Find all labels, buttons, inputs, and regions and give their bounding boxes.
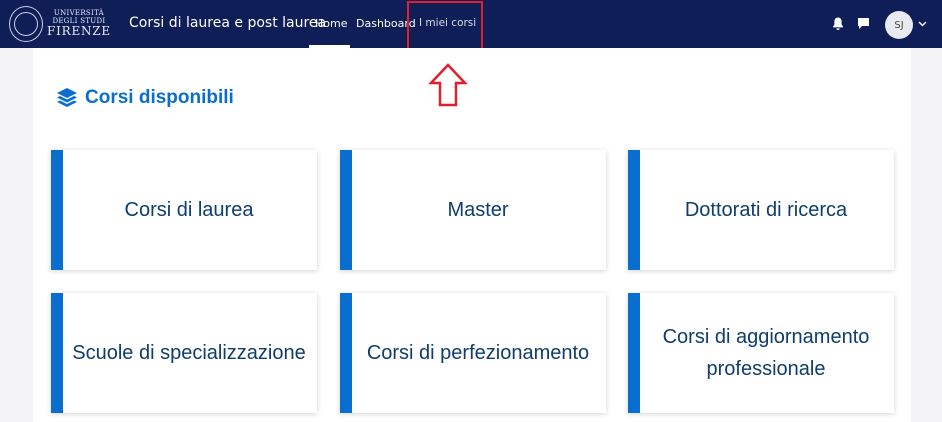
- chat-icon[interactable]: [857, 17, 870, 30]
- course-card-label: Corsi di aggiornamento professionale: [662, 326, 870, 380]
- site-brand[interactable]: Corsi di laurea e post laurea: [129, 15, 326, 31]
- course-card-scuole-specializzazione[interactable]: Scuole di specializzazione: [51, 293, 317, 413]
- course-card-aggiornamento[interactable]: Corsi di aggiornamento professionale: [628, 293, 894, 413]
- course-card-label: Scuole di specializzazione: [72, 342, 306, 364]
- annotation-highlight-box: [407, 1, 483, 54]
- university-seal-icon: [9, 6, 43, 42]
- course-card-master[interactable]: Master: [340, 150, 606, 270]
- chevron-down-icon[interactable]: [918, 20, 927, 28]
- annotation-arrow-up-icon: [428, 63, 468, 107]
- course-card-label: Corsi di perfezionamento: [366, 342, 590, 364]
- layers-icon: [57, 88, 77, 107]
- course-card-label: Corsi di laurea: [124, 199, 254, 221]
- nav-home[interactable]: Home: [315, 17, 347, 30]
- course-card-label: Master: [447, 199, 509, 221]
- logo-text: UNIVERSITÀ DEGLI STUDI FIRENZE: [46, 9, 111, 39]
- course-card-dottorati[interactable]: Dottorati di ricerca: [628, 150, 894, 270]
- page-title-text: Corsi disponibili: [85, 87, 234, 108]
- course-card-corsi-di-laurea[interactable]: Corsi di laurea: [51, 150, 317, 270]
- course-card-perfezionamento[interactable]: Corsi di perfezionamento: [340, 293, 606, 413]
- bell-icon[interactable]: [832, 17, 844, 31]
- page-title: Corsi disponibili: [55, 86, 234, 110]
- course-card-label: Dottorati di ricerca: [684, 199, 848, 221]
- user-avatar[interactable]: SJ: [885, 11, 913, 39]
- university-logo[interactable]: UNIVERSITÀ DEGLI STUDI FIRENZE: [9, 5, 111, 43]
